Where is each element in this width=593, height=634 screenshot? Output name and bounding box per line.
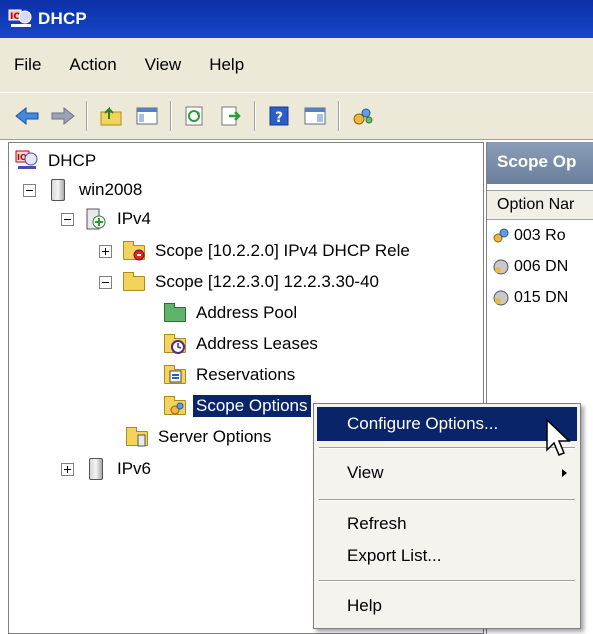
title-bar[interactable]: IO DHCP	[0, 0, 593, 38]
menu-separator	[319, 580, 575, 582]
tree-node-scope1[interactable]: Scope [10.2.2.0] IPv4 DHCP Rele	[99, 237, 413, 265]
list-item[interactable]: 006 DN	[487, 251, 593, 282]
toolbar-separator	[338, 101, 340, 131]
tree-node-address-leases[interactable]: Address Leases	[163, 330, 321, 358]
show-hide-tree-icon[interactable]	[132, 101, 162, 131]
option-icon	[491, 226, 511, 246]
option-icon	[491, 257, 511, 277]
context-menu: Configure Options... View Refresh Export…	[313, 403, 581, 629]
expand-toggle[interactable]	[99, 244, 112, 258]
expand-toggle[interactable]	[61, 462, 74, 476]
menu-item-help[interactable]: Help	[317, 589, 577, 623]
collapse-toggle[interactable]	[61, 212, 74, 226]
menu-item-configure-options[interactable]: Configure Options...	[317, 407, 577, 441]
list-item[interactable]: 003 Ro	[487, 220, 593, 251]
help-icon[interactable]: ?	[264, 101, 294, 131]
toolbar-separator	[254, 101, 256, 131]
option-name: 006 DN	[514, 257, 569, 275]
server-icon	[46, 179, 70, 201]
export-icon[interactable]	[216, 101, 246, 131]
tree-node-server[interactable]: win2008	[23, 176, 145, 204]
tree-label-scope2: Scope [12.2.3.0] 12.2.3.30-40	[155, 272, 380, 291]
dhcp-icon: IO	[15, 150, 39, 172]
menu-item-export-list[interactable]: Export List...	[317, 539, 577, 573]
tree-label-reservations: Reservations	[196, 365, 296, 384]
menu-separator	[319, 499, 575, 501]
tree-label-ipv6: IPv6	[117, 459, 152, 478]
window-title: DHCP	[38, 9, 87, 28]
dhcp-app-icon: IO	[8, 8, 34, 30]
toolbar: ?	[0, 92, 593, 140]
address-pool-icon	[163, 302, 187, 324]
option-icon	[491, 288, 511, 308]
tree-label-ipv4: IPv4	[117, 209, 152, 228]
toolbar-separator	[86, 101, 88, 131]
submenu-arrow-icon	[562, 469, 567, 477]
collapse-toggle[interactable]	[23, 183, 36, 197]
menu-item-view[interactable]: View	[317, 456, 577, 490]
menu-view[interactable]: View	[145, 55, 182, 75]
scope-inactive-icon	[122, 240, 146, 262]
menu-file[interactable]: File	[14, 55, 41, 75]
properties-icon[interactable]	[300, 101, 330, 131]
tree-label-scope-options: Scope Options	[193, 395, 311, 417]
reservations-icon	[163, 364, 187, 386]
menu-item-view-label: View	[347, 463, 384, 482]
up-folder-icon[interactable]	[96, 101, 126, 131]
forward-icon[interactable]	[48, 101, 78, 131]
list-item[interactable]: 015 DN	[487, 282, 593, 313]
address-leases-icon	[163, 333, 187, 355]
column-header-option-name[interactable]: Option Nar	[487, 190, 593, 220]
folder-icon	[122, 271, 146, 293]
menu-separator	[319, 447, 575, 449]
toolbar-separator	[170, 101, 172, 131]
refresh-icon[interactable]	[180, 101, 210, 131]
tree-label-server-options: Server Options	[158, 427, 272, 446]
tree-node-scope-options[interactable]: Scope Options	[163, 392, 311, 420]
ipv6-icon	[84, 458, 108, 480]
collapse-toggle[interactable]	[99, 275, 112, 289]
back-icon[interactable]	[12, 101, 42, 131]
dhcp-options-icon[interactable]	[348, 101, 378, 131]
svg-text:?: ?	[275, 110, 283, 126]
menu-help[interactable]: Help	[209, 55, 244, 75]
tree-label-server: win2008	[79, 180, 143, 199]
mouse-cursor-icon	[546, 418, 571, 456]
details-pane-title: Scope Op	[487, 142, 593, 184]
menu-bar: File Action View Help	[0, 38, 593, 92]
tree-node-server-options[interactable]: Server Options	[125, 423, 274, 451]
tree-node-address-pool[interactable]: Address Pool	[163, 299, 300, 327]
tree-label-dhcp: DHCP	[48, 151, 97, 170]
tree-node-ipv4[interactable]: IPv4	[61, 205, 154, 233]
tree-label-address-pool: Address Pool	[196, 303, 298, 322]
scope-options-icon	[163, 395, 187, 417]
menu-item-refresh[interactable]: Refresh	[317, 507, 577, 541]
option-name: 015 DN	[514, 288, 569, 306]
tree-node-reservations[interactable]: Reservations	[163, 361, 298, 389]
ipv4-icon	[84, 208, 108, 230]
menu-action[interactable]: Action	[69, 55, 116, 75]
server-options-icon	[125, 426, 149, 448]
tree-node-ipv6[interactable]: IPv6	[61, 455, 154, 483]
tree-label-scope1: Scope [10.2.2.0] IPv4 DHCP Rele	[155, 241, 410, 260]
option-name: 003 Ro	[514, 226, 566, 244]
tree-label-address-leases: Address Leases	[196, 334, 318, 353]
tree-node-scope2[interactable]: Scope [12.2.3.0] 12.2.3.30-40	[99, 268, 382, 296]
tree-node-dhcp[interactable]: IO DHCP	[15, 147, 99, 175]
